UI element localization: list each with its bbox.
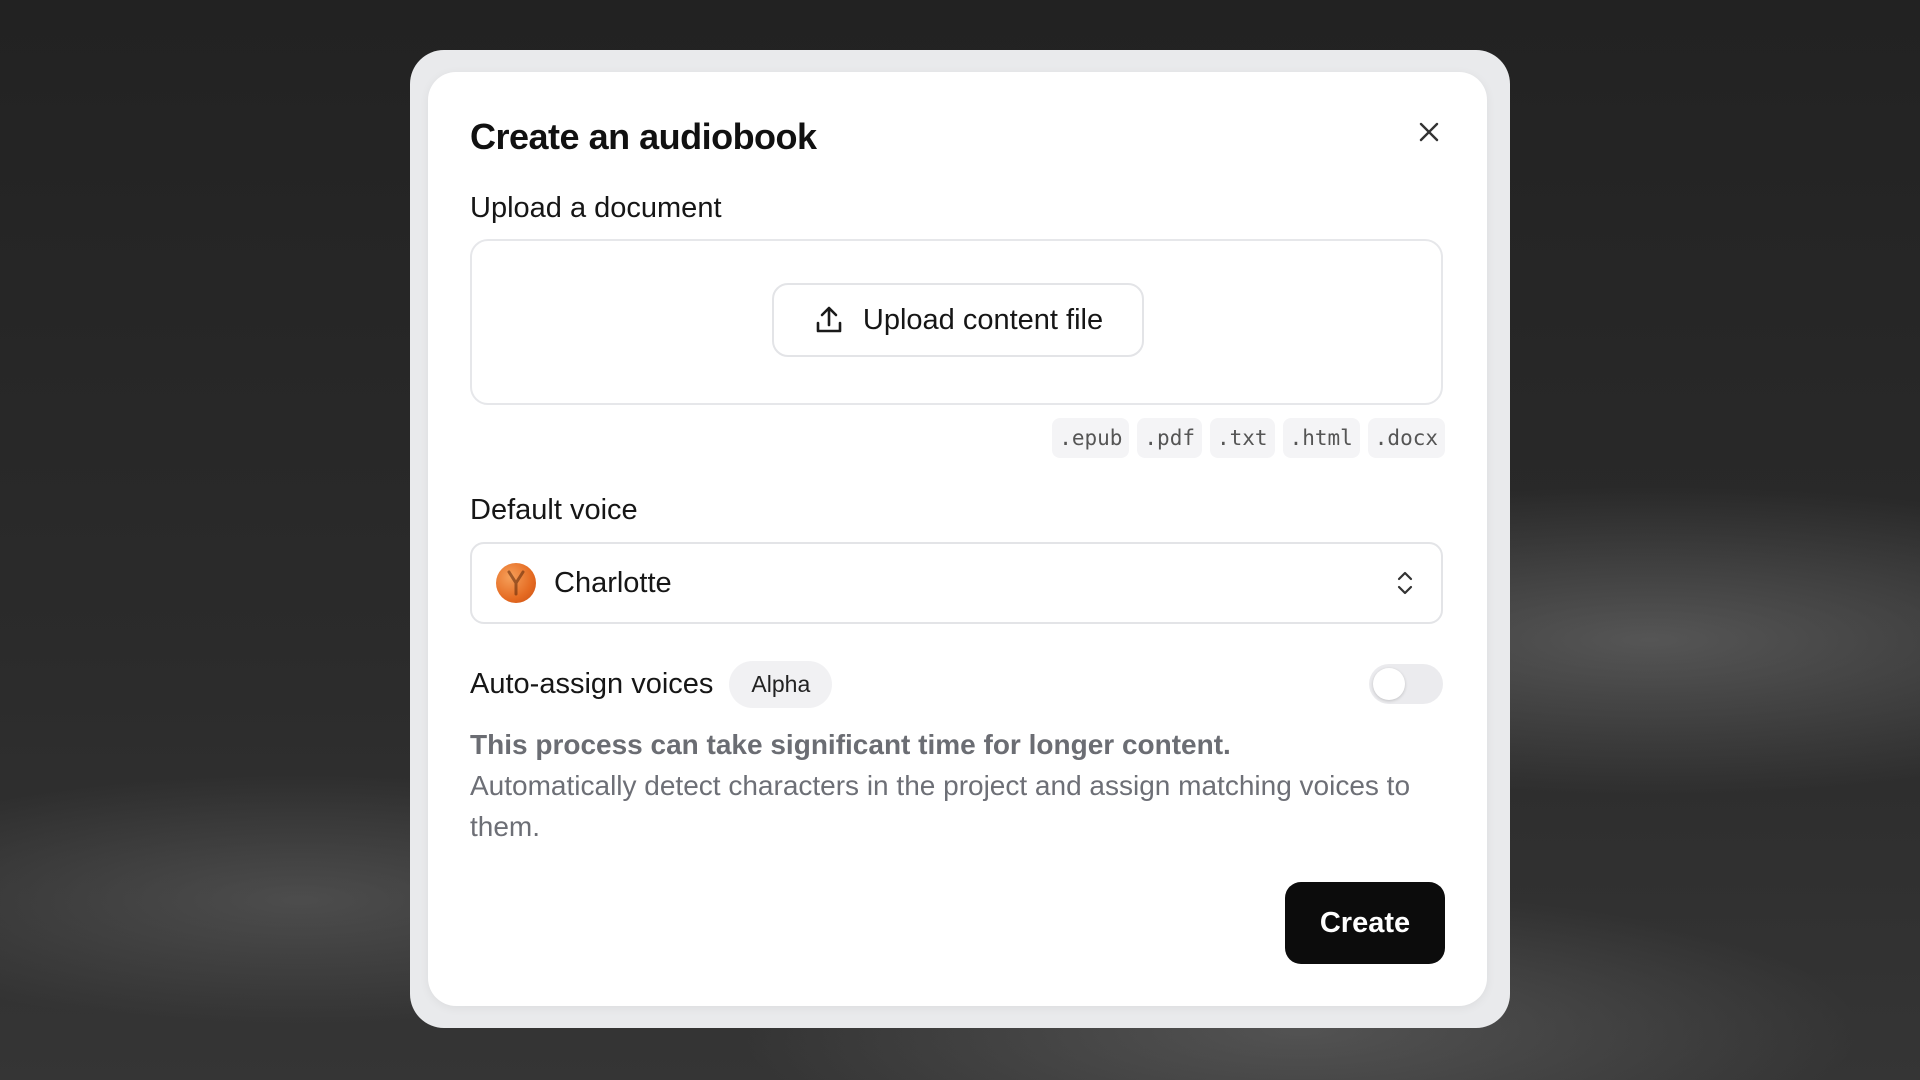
supported-extensions: .epub .pdf .txt .html .docx <box>1052 418 1445 458</box>
upload-button-label: Upload content file <box>862 303 1104 336</box>
extension-tag: .pdf <box>1137 418 1202 458</box>
extension-tag: .epub <box>1052 418 1130 458</box>
upload-content-file-button[interactable]: Upload content file <box>772 283 1144 357</box>
close-button[interactable] <box>1409 112 1449 152</box>
dialog-title: Create an audiobook <box>470 116 817 157</box>
extension-tag: .html <box>1282 418 1360 458</box>
upload-icon <box>816 306 842 333</box>
default-voice-select[interactable]: Charlotte <box>470 542 1443 624</box>
close-icon <box>1419 122 1439 142</box>
auto-assign-row: Auto-assign voices Alpha <box>470 658 1443 710</box>
auto-assign-toggle[interactable] <box>1369 664 1443 704</box>
voice-avatar <box>496 563 536 603</box>
chevron-up-down-icon <box>1397 571 1413 595</box>
extension-tag: .txt <box>1209 418 1275 458</box>
upload-section-label: Upload a document <box>470 192 722 224</box>
auto-assign-detail: Automatically detect characters in the p… <box>470 770 1411 842</box>
auto-assign-description: This process can take significant time f… <box>470 724 1430 847</box>
create-button[interactable]: Create <box>1285 882 1445 964</box>
selected-voice-name: Charlotte <box>554 566 672 599</box>
default-voice-label: Default voice <box>470 494 638 526</box>
create-audiobook-dialog: Create an audiobook Upload a document Up… <box>428 72 1487 1006</box>
upload-dropzone[interactable]: Upload content file <box>470 239 1443 405</box>
toggle-knob <box>1373 668 1405 700</box>
alpha-badge: Alpha <box>729 660 833 708</box>
auto-assign-label: Auto-assign voices <box>470 667 714 700</box>
extension-tag: .docx <box>1367 418 1445 458</box>
auto-assign-warning: This process can take significant time f… <box>470 729 1231 760</box>
